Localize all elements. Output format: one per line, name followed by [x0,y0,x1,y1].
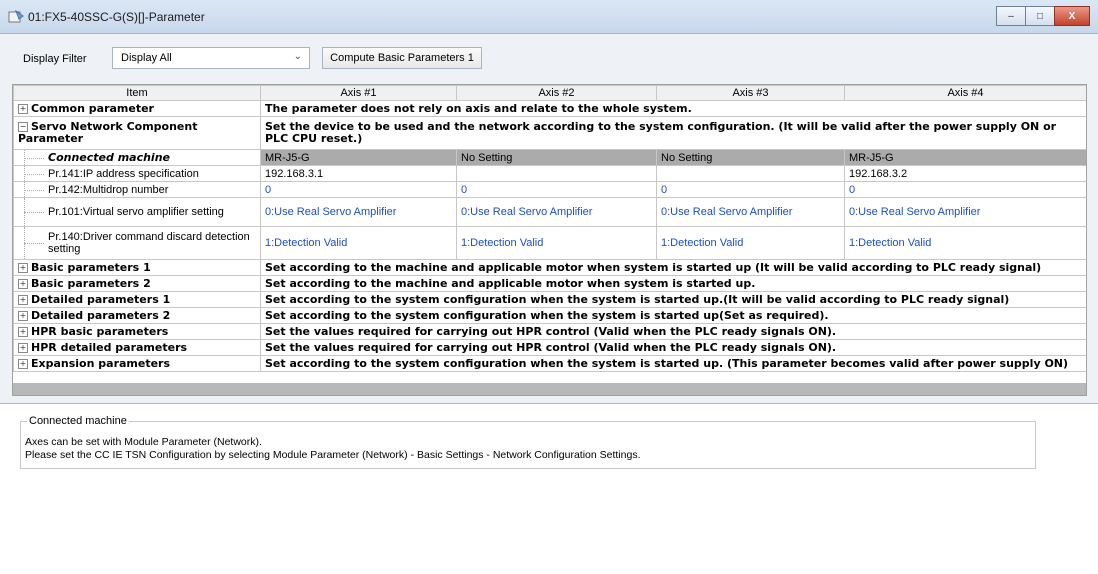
group-label: Basic parameters 2 [31,277,151,290]
detailed-parameters-1-row[interactable]: + Detailed parameters 1 Set according to … [13,291,1086,308]
maximize-button[interactable]: □ [1025,6,1055,26]
cell-axis-1[interactable]: 192.168.3.1 [260,165,457,182]
close-button[interactable]: X [1054,6,1090,26]
grid-footer-bar [13,383,1086,395]
grid-header-row: Item Axis #1 Axis #2 Axis #3 Axis #4 [13,85,1086,101]
column-header-axis-3: Axis #3 [656,85,845,101]
cell-axis-1[interactable]: MR-J5-G [260,149,457,166]
basic-parameters-1-row[interactable]: + Basic parameters 1 Set according to the… [13,259,1086,276]
group-description: Set the device to be used and the networ… [260,116,1086,150]
window-title: 01:FX5-40SSC-G(S)[]-Parameter [28,10,205,24]
expand-icon[interactable]: + [18,295,28,305]
cell-axis-4[interactable]: 0:Use Real Servo Amplifier [844,197,1086,227]
expand-icon[interactable]: + [18,104,28,114]
group-label: Basic parameters 1 [31,261,151,274]
group-label: Expansion parameters [31,357,171,370]
explanation-panel: Connected machine Axes can be set with M… [0,403,1098,574]
expansion-parameters-row[interactable]: + Expansion parameters Set according to t… [13,355,1086,372]
group-label: Detailed parameters 1 [31,293,171,306]
common-parameter-row[interactable]: + Common parameter The parameter does not… [13,100,1086,117]
group-description: Set according to the machine and applica… [260,259,1086,276]
item-label: Pr.140:Driver command discard detection … [48,231,250,255]
column-header-item: Item [13,85,261,101]
parameter-grid: Item Axis #1 Axis #2 Axis #3 Axis #4 + Co… [12,84,1087,396]
item-label: Pr.142:Multidrop number [48,183,169,196]
title-bar: 01:FX5-40SSC-G(S)[]-Parameter – □ X [0,0,1098,34]
table-row[interactable]: Pr.140:Driver command discard detection … [13,226,1086,260]
cell-axis-3[interactable] [656,165,845,182]
expand-icon[interactable]: + [18,343,28,353]
cell-axis-2[interactable]: 0:Use Real Servo Amplifier [456,197,657,227]
basic-parameters-2-row[interactable]: + Basic parameters 2 Set according to the… [13,275,1086,292]
table-row[interactable]: Connected machine MR-J5-G No Setting No … [13,149,1086,166]
cell-axis-3[interactable]: 0 [656,181,845,198]
servo-network-row[interactable]: − Servo Network Component Parameter Set t… [13,116,1086,150]
cell-axis-4[interactable]: 0 [844,181,1086,198]
group-label: Servo Network Component Parameter [18,120,198,145]
group-description: Set according to the system configuratio… [260,291,1086,308]
cell-axis-2[interactable] [456,165,657,182]
explanation-box: Connected machine Axes can be set with M… [20,415,1036,469]
column-header-axis-2: Axis #2 [456,85,657,101]
cell-axis-3[interactable]: 0:Use Real Servo Amplifier [656,197,845,227]
parameter-icon [8,10,24,23]
hpr-basic-parameters-row[interactable]: + HPR basic parameters Set the values req… [13,323,1086,340]
cell-axis-4[interactable]: 1:Detection Valid [844,226,1086,260]
display-filter-select[interactable]: Display All ⌄ [112,47,310,69]
cell-axis-3[interactable]: 1:Detection Valid [656,226,845,260]
cell-axis-1[interactable]: 0 [260,181,457,198]
display-filter-value: Display All [121,52,172,64]
compute-basic-parameters-button[interactable]: Compute Basic Parameters 1 [322,47,482,69]
expand-icon[interactable]: + [18,279,28,289]
collapse-icon[interactable]: − [18,122,28,132]
cell-axis-1[interactable]: 1:Detection Valid [260,226,457,260]
cell-axis-1[interactable]: 0:Use Real Servo Amplifier [260,197,457,227]
item-label: Connected machine [48,151,170,164]
explanation-title: Connected machine [27,415,129,427]
expand-icon[interactable]: + [18,359,28,369]
group-label: HPR detailed parameters [31,341,188,354]
table-row[interactable]: Pr.141:IP address specification 192.168.… [13,165,1086,182]
explanation-line-2: Please set the CC IE TSN Configuration b… [25,449,641,461]
table-row[interactable]: Pr.142:Multidrop number 0 0 0 0 [13,181,1086,198]
cell-axis-2[interactable]: No Setting [456,149,657,166]
group-description: Set the values required for carrying out… [260,339,1086,356]
minimize-button[interactable]: – [996,6,1026,26]
detailed-parameters-2-row[interactable]: + Detailed parameters 2 Set according to … [13,307,1086,324]
cell-axis-2[interactable]: 1:Detection Valid [456,226,657,260]
hpr-detailed-parameters-row[interactable]: + HPR detailed parameters Set the values … [13,339,1086,356]
cell-axis-4[interactable]: 192.168.3.2 [844,165,1086,182]
window-controls: – □ X [996,6,1090,26]
cell-axis-4[interactable]: MR-J5-G [844,149,1086,166]
expand-icon[interactable]: + [18,311,28,321]
group-label: HPR basic parameters [31,325,169,338]
group-description: Set according to the system configuratio… [260,307,1086,324]
cell-axis-2[interactable]: 0 [456,181,657,198]
table-row[interactable]: Pr.101:Virtual servo amplifier setting 0… [13,197,1086,227]
group-label: Common parameter [31,102,154,115]
display-filter-label: Display Filter [23,53,87,65]
column-header-axis-4: Axis #4 [844,85,1086,101]
cell-axis-3[interactable]: No Setting [656,149,845,166]
expand-icon[interactable]: + [18,263,28,273]
chevron-down-icon: ⌄ [293,51,302,62]
item-label: Pr.101:Virtual servo amplifier setting [48,206,224,218]
expand-icon[interactable]: + [18,327,28,337]
group-description: Set the values required for carrying out… [260,323,1086,340]
item-label: Pr.141:IP address specification [48,167,199,180]
column-header-axis-1: Axis #1 [260,85,457,101]
group-description: The parameter does not rely on axis and … [260,100,1086,117]
explanation-line-1: Axes can be set with Module Parameter (N… [25,436,262,448]
group-label: Detailed parameters 2 [31,309,171,322]
group-description: Set according to the system configuratio… [260,355,1086,372]
group-description: Set according to the machine and applica… [260,275,1086,292]
toolbar: Display Filter Display All ⌄ Compute Bas… [0,34,1098,82]
